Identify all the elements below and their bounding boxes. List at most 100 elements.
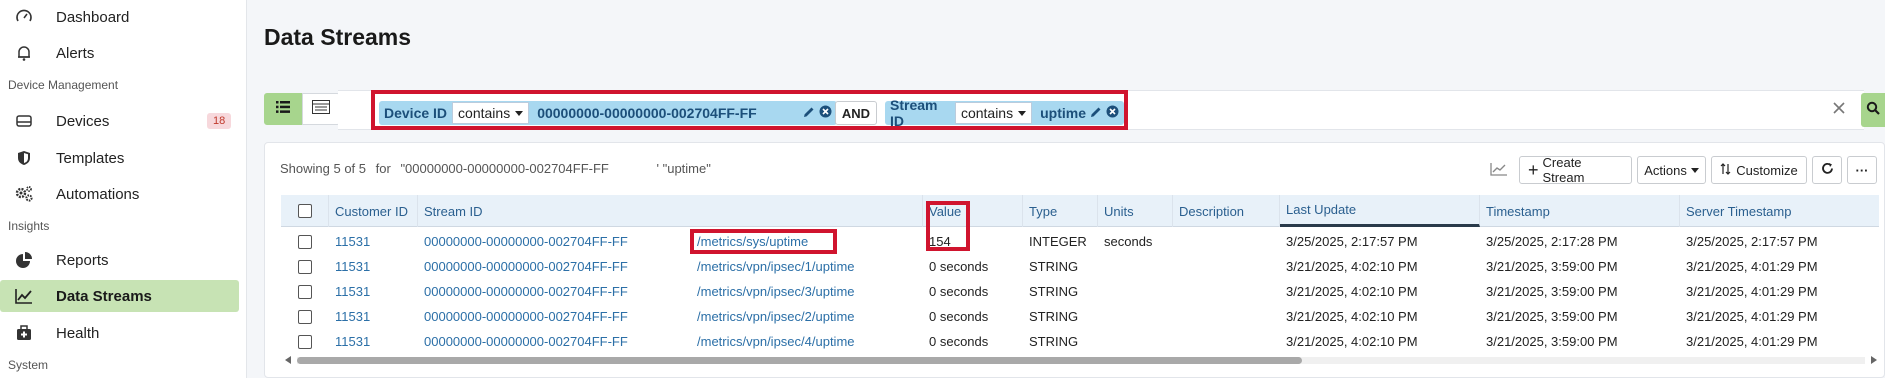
sidebar-item-data-streams[interactable]: Data Streams bbox=[0, 280, 239, 312]
units-cell bbox=[1098, 329, 1104, 354]
close-icon bbox=[1832, 101, 1846, 120]
filter-joiner-and[interactable]: AND bbox=[835, 101, 877, 125]
scroll-thumb[interactable] bbox=[297, 357, 1302, 364]
filter-chip-device-id[interactable]: Device ID contains 00000000-00000000-002… bbox=[379, 101, 838, 125]
stream-path-highlight bbox=[690, 229, 837, 254]
chip-value: 00000000-00000000-002704FF-FF bbox=[537, 105, 757, 121]
value-cell: 0 seconds bbox=[929, 334, 989, 349]
filter-chip-stream-id[interactable]: Stream ID contains uptime bbox=[885, 97, 1124, 129]
column-header-units[interactable]: Units bbox=[1098, 195, 1173, 227]
column-header-type[interactable]: Type bbox=[1023, 195, 1098, 227]
row-select-cell bbox=[281, 304, 329, 329]
column-header-customer-id[interactable]: Customer ID bbox=[329, 195, 418, 227]
pencil-icon[interactable] bbox=[803, 105, 815, 121]
timestamp-cell: 3/21/2025, 3:59:00 PM bbox=[1486, 284, 1618, 299]
pencil-icon[interactable] bbox=[1090, 105, 1102, 121]
results-for: for bbox=[375, 161, 391, 176]
device-id-cell[interactable]: 00000000-00000000-002704FF-FF bbox=[418, 254, 628, 279]
chip-operator-select[interactable]: contains bbox=[954, 102, 1033, 124]
remove-chip-icon[interactable] bbox=[1106, 105, 1119, 121]
scroll-left-icon[interactable] bbox=[285, 356, 291, 364]
description-cell bbox=[1173, 229, 1179, 254]
list-view-button[interactable] bbox=[264, 93, 302, 125]
row-select-cell bbox=[281, 329, 329, 354]
row-checkbox[interactable] bbox=[298, 284, 312, 299]
customer-id-cell[interactable]: 11531 bbox=[329, 229, 370, 254]
chip-key: Device ID bbox=[384, 105, 448, 121]
more-icon: ··· bbox=[1855, 162, 1869, 178]
stream-path-cell[interactable]: /metrics/vpn/ipsec/1/uptime bbox=[691, 254, 855, 279]
line-chart-icon bbox=[1490, 162, 1508, 179]
stream-path-cell[interactable]: /metrics/vpn/ipsec/3/uptime bbox=[691, 279, 855, 304]
table-row[interactable]: 11531 00000000-00000000-002704FF-FF/metri… bbox=[281, 279, 1879, 304]
stream-path-cell[interactable]: /metrics/vpn/ipsec/2/uptime bbox=[691, 304, 855, 329]
sidebar-item-automations[interactable]: Automations bbox=[0, 178, 247, 210]
horizontal-scrollbar[interactable] bbox=[283, 354, 1879, 366]
results-summary: Showing 5 of 5 for "00000000-00000000-00… bbox=[280, 161, 717, 176]
select-all-cell bbox=[281, 195, 329, 227]
device-id-cell[interactable]: 00000000-00000000-002704FF-FF bbox=[418, 329, 628, 354]
column-header-server-timestamp[interactable]: Server Timestamp bbox=[1680, 195, 1879, 227]
row-select-cell bbox=[281, 254, 329, 279]
chip-value: uptime bbox=[1040, 105, 1086, 121]
last-update-cell: 3/21/2025, 4:02:10 PM bbox=[1286, 334, 1418, 349]
sidebar-item-templates[interactable]: Templates bbox=[0, 142, 247, 174]
type-cell: STRING bbox=[1029, 334, 1079, 349]
remove-chip-icon[interactable] bbox=[819, 105, 832, 121]
units-cell bbox=[1098, 254, 1104, 279]
table-row[interactable]: 11531 00000000-00000000-002704FF-FF/metri… bbox=[281, 329, 1879, 354]
table-row[interactable]: 11531 00000000-00000000-002704FF-FF/metri… bbox=[281, 229, 1879, 254]
sidebar-item-alerts[interactable]: Alerts bbox=[0, 37, 247, 69]
gears-icon bbox=[14, 184, 34, 204]
stream-path-cell[interactable]: /metrics/vpn/ipsec/4/uptime bbox=[691, 329, 855, 354]
device-id-cell[interactable]: 00000000-00000000-002704FF-FF bbox=[418, 304, 628, 329]
last-update-cell: 3/21/2025, 4:02:10 PM bbox=[1286, 284, 1418, 299]
table-row[interactable]: 11531 00000000-00000000-002704FF-FF/metri… bbox=[281, 254, 1879, 279]
sidebar-item-health[interactable]: Health bbox=[0, 317, 247, 349]
units-cell bbox=[1098, 279, 1104, 304]
customer-id-cell[interactable]: 11531 bbox=[329, 329, 370, 354]
refresh-button[interactable] bbox=[1812, 156, 1842, 184]
customer-id-cell[interactable]: 11531 bbox=[329, 254, 370, 279]
timestamp-cell: 3/21/2025, 3:59:00 PM bbox=[1486, 334, 1618, 349]
clear-filter-button[interactable] bbox=[1829, 100, 1849, 120]
actions-dropdown[interactable]: Actions bbox=[1637, 156, 1706, 184]
sidebar-item-devices[interactable]: Devices 18 bbox=[0, 105, 247, 137]
last-update-cell: 3/25/2025, 2:17:57 PM bbox=[1286, 234, 1418, 249]
sidebar-item-label: Dashboard bbox=[56, 8, 130, 26]
row-checkbox[interactable] bbox=[298, 334, 312, 349]
table-view-button[interactable] bbox=[302, 93, 340, 125]
timestamp-cell: 3/25/2025, 2:17:28 PM bbox=[1486, 234, 1618, 249]
device-id-cell[interactable]: 00000000-00000000-002704FF-FF bbox=[418, 229, 628, 254]
sidebar-item-dashboard[interactable]: Dashboard bbox=[0, 1, 247, 33]
table-row[interactable]: 11531 00000000-00000000-002704FF-FF/metri… bbox=[281, 304, 1879, 329]
row-checkbox[interactable] bbox=[298, 259, 312, 274]
section-title-insights: Insights bbox=[8, 219, 50, 233]
column-header-stream-id[interactable]: Stream ID bbox=[418, 195, 923, 227]
search-button[interactable] bbox=[1861, 93, 1885, 127]
description-cell bbox=[1173, 304, 1179, 329]
refresh-icon bbox=[1821, 162, 1834, 178]
server-timestamp-cell: 3/21/2025, 4:01:29 PM bbox=[1686, 334, 1818, 349]
sidebar-item-label: Data Streams bbox=[56, 287, 152, 305]
sidebar-item-reports[interactable]: Reports bbox=[0, 244, 247, 276]
chip-operator-select[interactable]: contains bbox=[452, 102, 530, 124]
bell-icon bbox=[14, 43, 34, 63]
row-checkbox[interactable] bbox=[298, 309, 312, 324]
device-id-cell[interactable]: 00000000-00000000-002704FF-FF bbox=[418, 279, 628, 304]
sidebar-item-label: Alerts bbox=[56, 44, 95, 62]
more-button[interactable]: ··· bbox=[1847, 156, 1877, 184]
create-stream-button[interactable]: + Create Stream bbox=[1519, 155, 1632, 185]
customer-id-cell[interactable]: 11531 bbox=[329, 279, 370, 304]
column-header-description[interactable]: Description bbox=[1173, 195, 1280, 227]
column-header-last-update[interactable]: Last Update bbox=[1280, 195, 1480, 227]
column-header-timestamp[interactable]: Timestamp bbox=[1480, 195, 1680, 227]
customize-button[interactable]: Customize bbox=[1711, 156, 1807, 184]
customer-id-cell[interactable]: 11531 bbox=[329, 304, 370, 329]
row-checkbox[interactable] bbox=[298, 234, 312, 249]
scroll-right-icon[interactable] bbox=[1871, 356, 1877, 364]
select-all-checkbox[interactable] bbox=[297, 204, 312, 218]
sidebar-item-label: Templates bbox=[56, 149, 125, 167]
chart-view-button[interactable] bbox=[1484, 156, 1514, 184]
filter-highlight-box: Device ID contains 00000000-00000000-002… bbox=[371, 90, 1128, 130]
